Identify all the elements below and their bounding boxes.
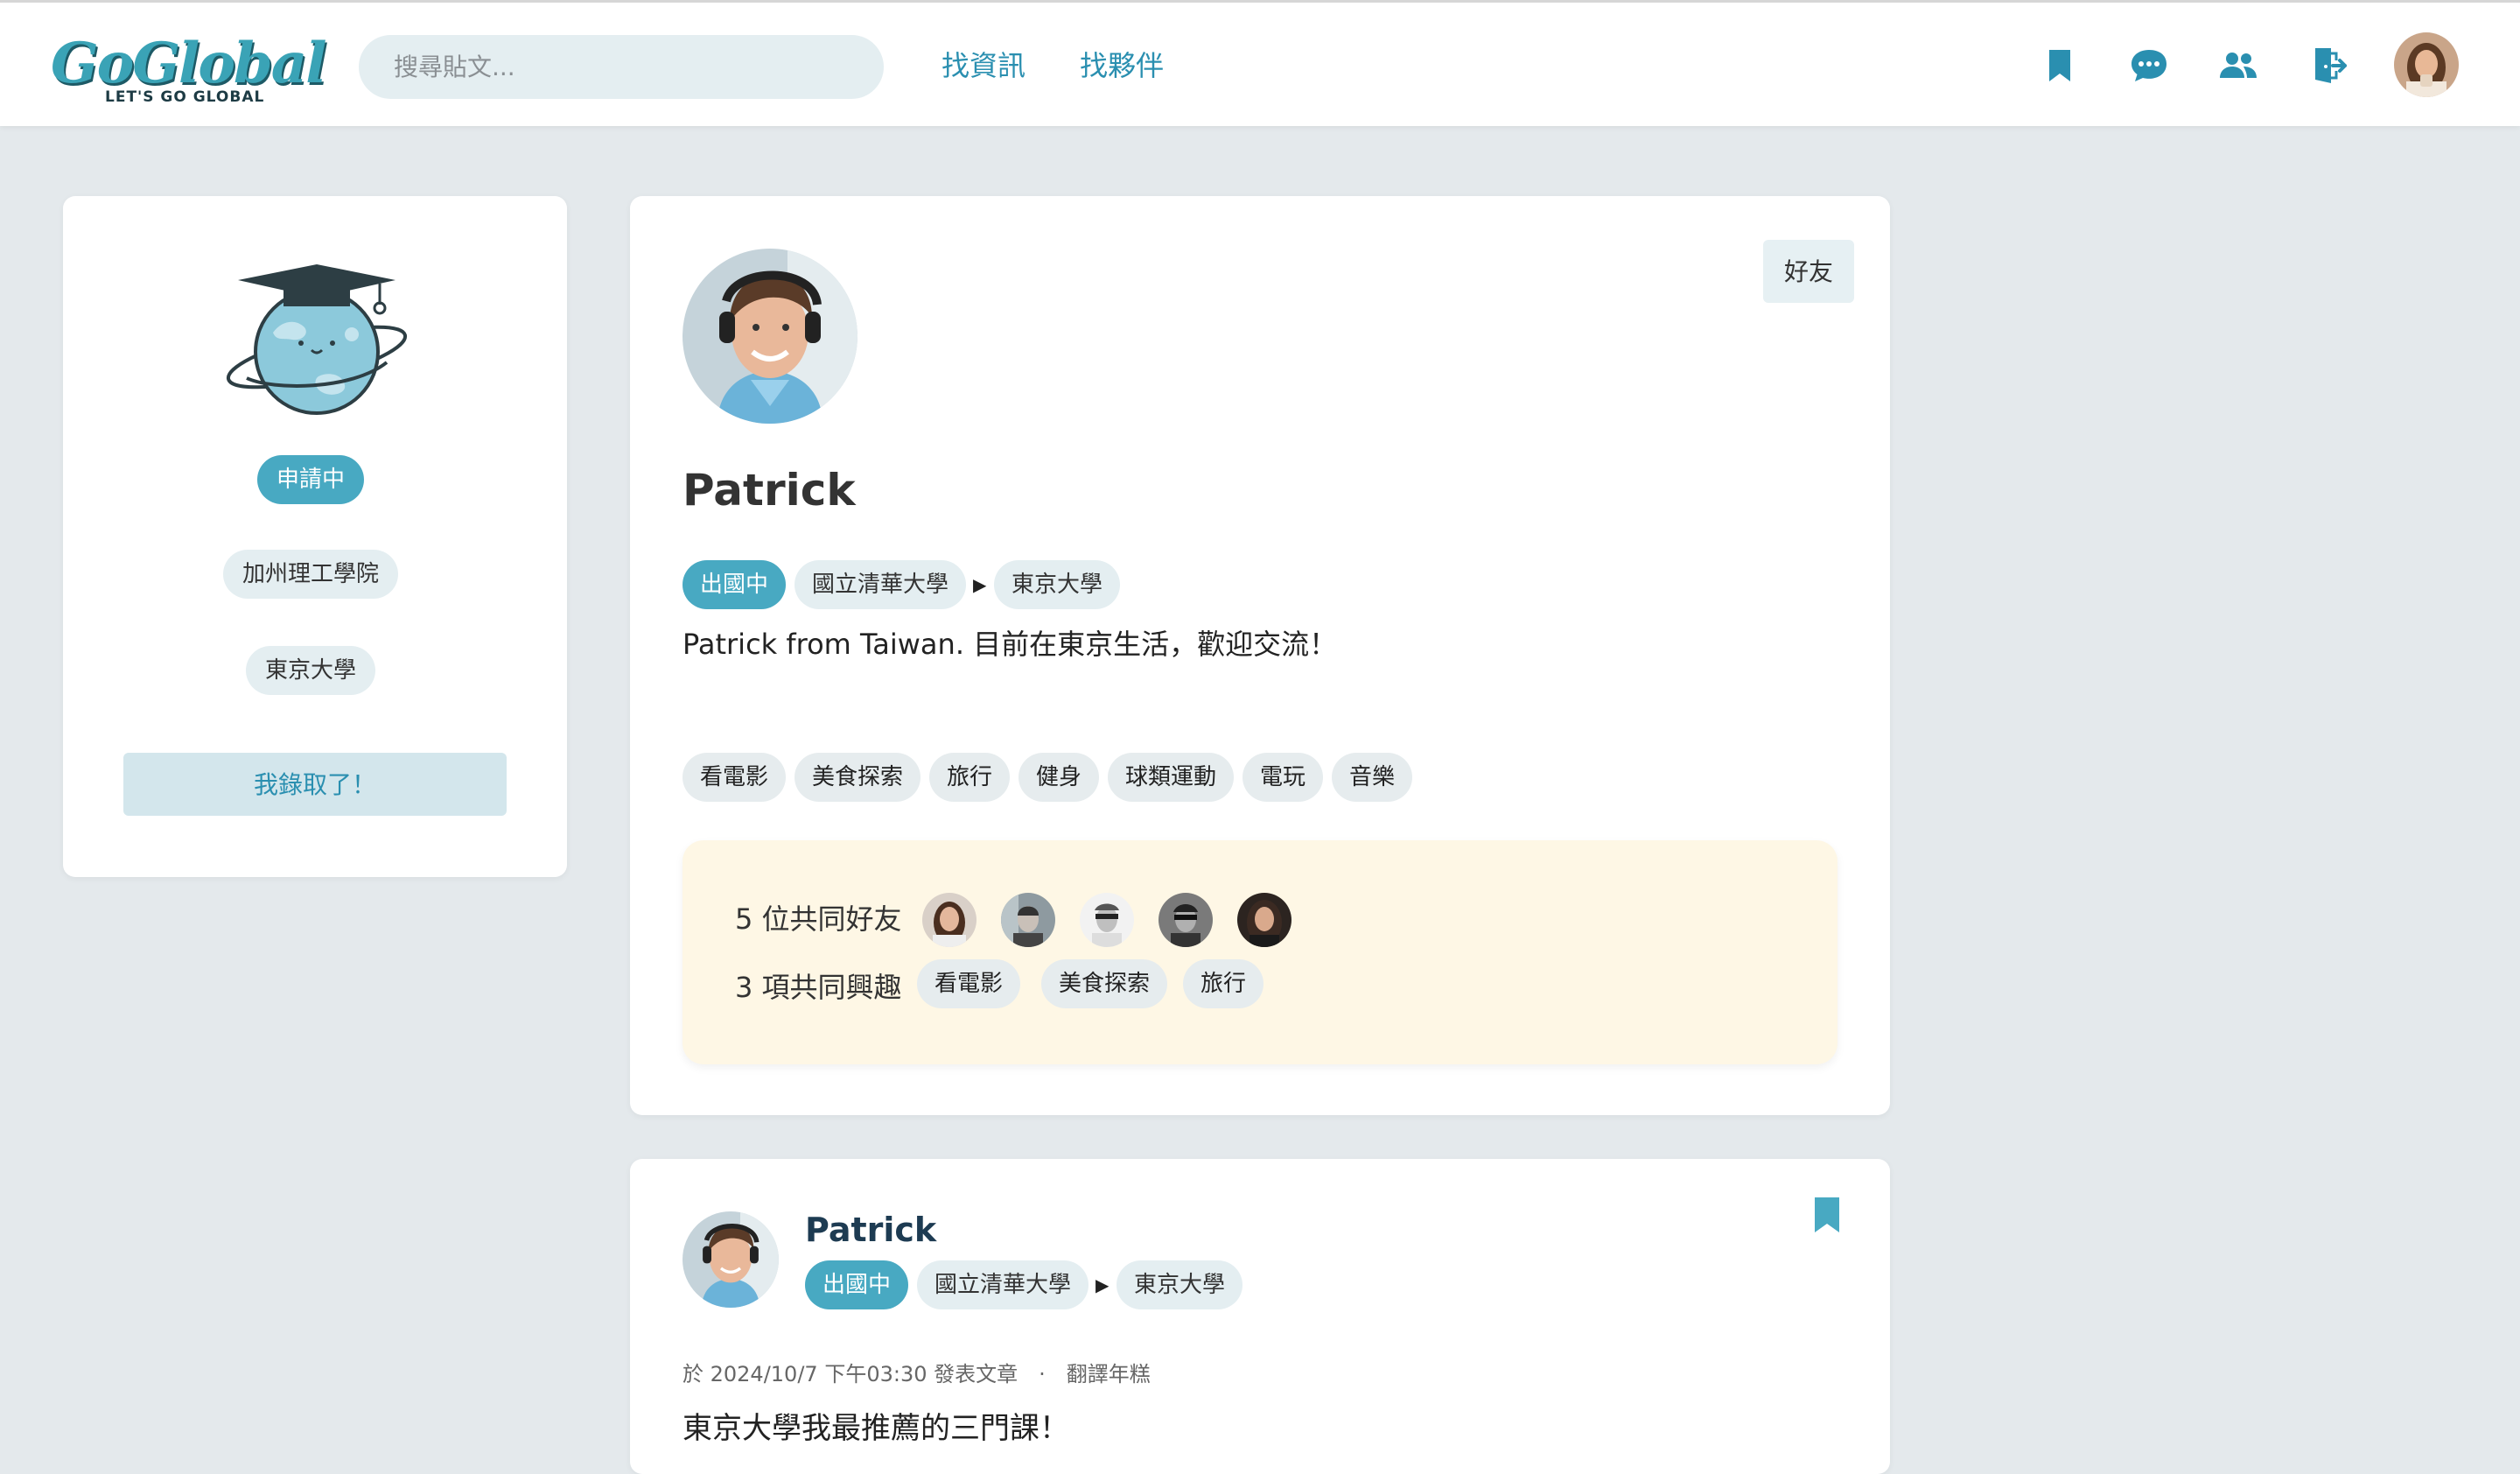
admitted-button[interactable]: 我錄取了！ <box>123 753 507 816</box>
profile-card: 好友 Patrick 出國中 國立清華大學 ▶ 東京大學 Patrick fro… <box>630 196 1890 1115</box>
post-title[interactable]: 東京大學我最推薦的三門課！ <box>682 1409 1069 1448</box>
post-author-host-school-badge: 東京大學 <box>1116 1260 1243 1309</box>
graduation-globe-illustration <box>220 254 413 420</box>
interest-tag: 健身 <box>1018 753 1100 802</box>
mutual-friends-label: 5 位共同好友 <box>735 902 902 936</box>
friend-status-button[interactable]: 好友 <box>1763 240 1854 303</box>
application-status-card: 申請中 加州理工學院 東京大學 我錄取了！ <box>63 196 567 877</box>
profile-bio: Patrick from Taiwan. 目前在東京生活，歡迎交流！ <box>682 628 1338 661</box>
post-bookmark-icon[interactable] <box>1810 1194 1844 1236</box>
profile-avatar <box>682 249 858 424</box>
post-author-home-school-badge: 國立清華大學 <box>917 1260 1089 1309</box>
mutual-friend-avatar[interactable] <box>1158 893 1213 947</box>
applied-school-badge: 加州理工學院 <box>222 550 399 599</box>
post-author-avatar[interactable] <box>682 1211 779 1308</box>
nav-find-info[interactable]: 找資訊 <box>942 46 1026 85</box>
logo-tagline: LET'S GO GLOBAL <box>105 88 265 106</box>
goglobal-logo[interactable]: GoGlobal LET'S GO GLOBAL <box>51 29 327 108</box>
mutual-friend-avatar[interactable] <box>1001 893 1055 947</box>
arrow-right-icon: ▶ <box>1096 1274 1110 1295</box>
mutual-friend-avatar[interactable] <box>1237 893 1292 947</box>
interest-tag: 美食探索 <box>794 753 921 802</box>
post-meta: 於 2024/10/7 下午03:30 發表文章 · 翻譯年糕 <box>682 1362 1151 1386</box>
interest-tag: 電玩 <box>1242 753 1324 802</box>
mutual-friend-avatar[interactable] <box>922 893 976 947</box>
logout-icon[interactable] <box>2306 45 2348 87</box>
friends-icon[interactable] <box>2217 45 2259 87</box>
user-avatar[interactable] <box>2394 32 2459 97</box>
profile-name: Patrick <box>682 465 856 516</box>
search-input[interactable] <box>359 35 884 99</box>
mutual-friend-avatar[interactable] <box>1080 893 1134 947</box>
interest-tag: 看電影 <box>682 753 787 802</box>
chat-icon[interactable] <box>2128 45 2170 87</box>
profile-home-school-badge: 國立清華大學 <box>794 560 967 609</box>
profile-host-school-badge: 東京大學 <box>994 560 1121 609</box>
nav-find-partner[interactable]: 找夥伴 <box>1080 46 1164 85</box>
profile-status-badge: 出國中 <box>682 560 787 609</box>
target-school-badge: 東京大學 <box>245 646 376 695</box>
interest-tag: 音樂 <box>1332 753 1413 802</box>
interest-tag: 球類運動 <box>1108 753 1235 802</box>
arrow-right-icon: ▶ <box>973 574 987 595</box>
common-interest-tag: 看電影 <box>917 959 1021 1008</box>
common-interest-tag: 美食探索 <box>1041 959 1168 1008</box>
bookmark-icon[interactable] <box>2039 45 2081 87</box>
post-card[interactable]: Patrick 出國中 國立清華大學 ▶ 東京大學 於 2024/10/7 下午… <box>630 1159 1890 1474</box>
application-status-badge: 申請中 <box>256 455 365 504</box>
top-navbar: GoGlobal LET'S GO GLOBAL 找資訊 找夥伴 <box>0 0 2520 126</box>
common-connections-panel: 5 位共同好友 3 項共同興趣 看電影 美食探索 旅行 <box>682 840 1838 1064</box>
common-interests-label: 3 項共同興趣 <box>735 971 902 1004</box>
common-interest-tag: 旅行 <box>1183 959 1264 1008</box>
post-author-status-badge: 出國中 <box>805 1260 909 1309</box>
interest-tag: 旅行 <box>929 753 1011 802</box>
post-author-name[interactable]: Patrick <box>805 1210 936 1250</box>
